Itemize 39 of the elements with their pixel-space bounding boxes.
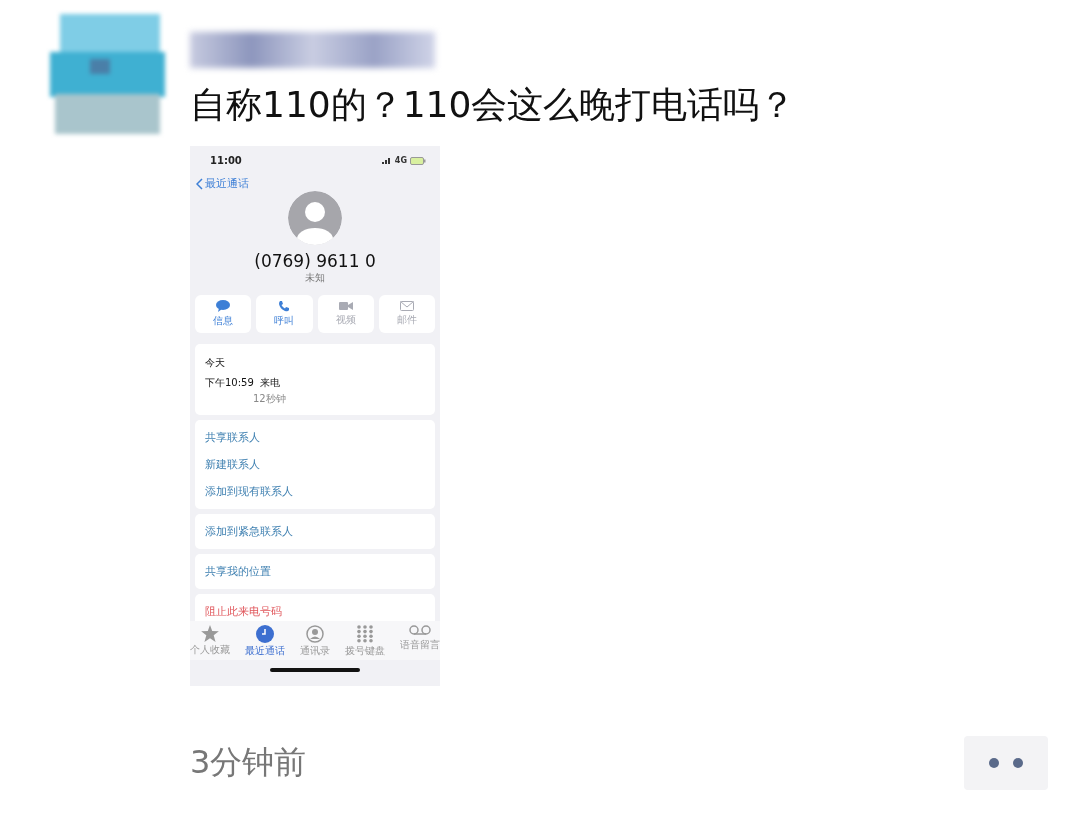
option-item[interactable]: 阻止此来电号码 xyxy=(205,598,425,625)
video-camera-icon xyxy=(338,301,353,311)
battery-icon xyxy=(410,156,426,165)
option-item[interactable]: 添加到紧急联系人 xyxy=(205,518,425,545)
call-type: 来电 xyxy=(259,376,280,390)
message-button[interactable]: 信息 xyxy=(195,295,252,333)
status-time: 11:00 xyxy=(210,155,242,166)
option-item[interactable]: 共享我的位置 xyxy=(205,558,425,585)
back-link[interactable]: 最近通话 xyxy=(190,172,440,191)
contact-icon xyxy=(306,625,324,643)
keypad-icon xyxy=(357,625,373,643)
post-time: 3分钟前 xyxy=(190,742,307,783)
phone-icon xyxy=(278,300,291,312)
option-item[interactable]: 添加到现有联系人 xyxy=(205,478,425,505)
call-time: 下午10:59 xyxy=(205,376,254,390)
tab-item[interactable]: 个人收藏 xyxy=(190,625,230,658)
clock-icon xyxy=(256,625,274,643)
back-chevron-icon xyxy=(196,177,203,190)
caller-label: 未知 xyxy=(305,271,325,285)
option-item[interactable]: 共享联系人 xyxy=(205,424,425,451)
network-label: 4G xyxy=(394,156,407,165)
tab-item[interactable]: 拨号键盘 xyxy=(345,625,385,658)
tab-item[interactable]: 最近通话 xyxy=(245,625,285,658)
more-dots-icon xyxy=(989,758,1023,768)
star-icon xyxy=(201,625,219,642)
more-button[interactable] xyxy=(964,736,1048,790)
history-day: 今天 xyxy=(205,348,425,376)
envelope-icon xyxy=(399,301,414,311)
signal-icon xyxy=(381,157,392,164)
contact-avatar-icon xyxy=(288,191,342,245)
tab-item[interactable]: 语音留言 xyxy=(400,625,440,658)
call-button[interactable]: 呼叫 xyxy=(256,295,313,333)
caller-number: (0769) 9611 0 xyxy=(254,251,376,271)
speech-bubble-icon xyxy=(216,300,231,312)
option-item[interactable]: 新建联系人 xyxy=(205,451,425,478)
voicemail-icon xyxy=(409,625,431,637)
post-text: 自称110的？110会这么晚打电话吗？ xyxy=(190,83,797,127)
tab-item[interactable]: 通讯录 xyxy=(300,625,330,658)
call-duration: 12秒钟 xyxy=(252,392,287,406)
